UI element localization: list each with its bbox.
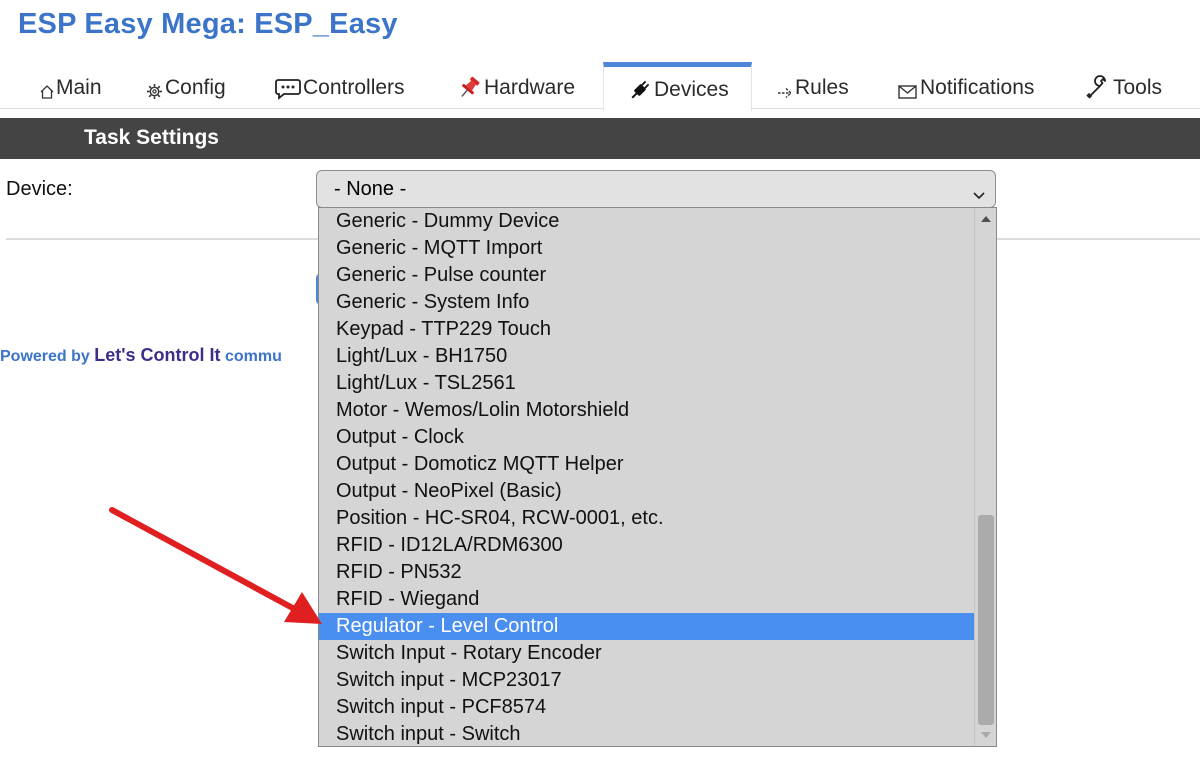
dropdown-option[interactable]: Generic - Dummy Device xyxy=(319,208,974,235)
dropdown-option[interactable]: Switch Input - Rotary Encoder xyxy=(319,640,974,667)
tab-config[interactable]: Config xyxy=(146,68,226,110)
footer-powered-by: Powered by Let's Control It commu xyxy=(0,345,282,366)
arrow-right-icon xyxy=(777,86,793,100)
dropdown-option[interactable]: RFID - ID12LA/RDM6300 xyxy=(319,532,974,559)
chevron-down-icon xyxy=(973,183,985,206)
tab-notifications-label: Notifications xyxy=(920,76,1035,99)
dropdown-option[interactable]: Switch input - PCF8574 xyxy=(319,694,974,721)
tab-notifications[interactable]: Notifications xyxy=(898,68,1034,110)
device-select[interactable]: - None - xyxy=(316,170,996,208)
dropdown-option[interactable]: Output - Domoticz MQTT Helper xyxy=(319,451,974,478)
tab-tools-label: Tools xyxy=(1113,76,1163,99)
dropdown-option[interactable]: Regulator - Level Control xyxy=(319,613,974,640)
dropdown-option[interactable]: Switch input - Switch xyxy=(319,721,974,746)
section-title: Task Settings xyxy=(84,126,219,149)
dropdown-option[interactable]: Generic - MQTT Import xyxy=(319,235,974,262)
scroll-up-arrow-icon[interactable] xyxy=(981,216,991,222)
wrench-icon xyxy=(1085,74,1111,100)
scroll-down-arrow-icon[interactable] xyxy=(981,732,991,738)
dropdown-option[interactable]: Generic - Pulse counter xyxy=(319,262,974,289)
dropdown-option[interactable]: Light/Lux - TSL2561 xyxy=(319,370,974,397)
dropdown-option[interactable]: Position - HC-SR04, RCW-0001, etc. xyxy=(319,505,974,532)
dropdown-option[interactable]: Light/Lux - BH1750 xyxy=(319,343,974,370)
tab-devices[interactable]: Devices xyxy=(603,62,752,111)
dropdown-option[interactable]: Motor - Wemos/Lolin Motorshield xyxy=(319,397,974,424)
annotation-arrow-icon xyxy=(109,507,322,624)
dropdown-option[interactable]: Keypad - TTP229 Touch xyxy=(319,316,974,343)
tab-tools[interactable]: Tools xyxy=(1085,68,1162,110)
tab-devices-label: Devices xyxy=(654,78,729,101)
tab-main[interactable]: Main xyxy=(40,68,102,110)
envelope-icon xyxy=(898,84,918,100)
tab-rules[interactable]: Rules xyxy=(777,68,849,110)
device-label: Device: xyxy=(6,178,73,200)
dropdown-option[interactable]: Switch input - MCP23017 xyxy=(319,667,974,694)
brand-link[interactable]: Let's Control It xyxy=(94,345,220,365)
dropdown-option[interactable]: Output - NeoPixel (Basic) xyxy=(319,478,974,505)
tab-hardware-label: Hardware xyxy=(484,76,576,99)
section-header: Task Settings xyxy=(0,118,1200,159)
tab-controllers-label: Controllers xyxy=(303,76,405,99)
dropdown-option[interactable]: Generic - System Info xyxy=(319,289,974,316)
nav-tabs: Main Config Controllers Hardware Devices… xyxy=(0,62,1200,111)
pushpin-icon xyxy=(456,76,482,100)
tab-main-label: Main xyxy=(56,76,102,99)
tab-config-label: Config xyxy=(165,76,226,99)
gear-icon xyxy=(146,83,163,100)
scrollbar[interactable] xyxy=(974,208,996,746)
tab-controllers[interactable]: Controllers xyxy=(275,68,405,110)
dropdown-option[interactable]: Output - Clock xyxy=(319,424,974,451)
dropdown-option[interactable]: RFID - Wiegand xyxy=(319,586,974,613)
scrollbar-thumb[interactable] xyxy=(978,515,994,725)
tab-hardware[interactable]: Hardware xyxy=(456,68,575,110)
powered-by-suffix: commu xyxy=(225,348,282,365)
app-title: ESP Easy Mega: ESP_Easy xyxy=(18,8,398,40)
tab-rules-label: Rules xyxy=(795,76,849,99)
plug-icon xyxy=(628,78,652,102)
tabs-divider xyxy=(0,108,1200,109)
device-select-value: - None - xyxy=(334,177,407,200)
dropdown-option[interactable]: RFID - PN532 xyxy=(319,559,974,586)
home-icon xyxy=(40,84,54,100)
device-dropdown-list[interactable]: Generic - Dummy Device Generic - MQTT Imp… xyxy=(318,207,997,747)
chat-icon xyxy=(275,78,301,100)
powered-by-text: Powered by xyxy=(0,348,90,365)
